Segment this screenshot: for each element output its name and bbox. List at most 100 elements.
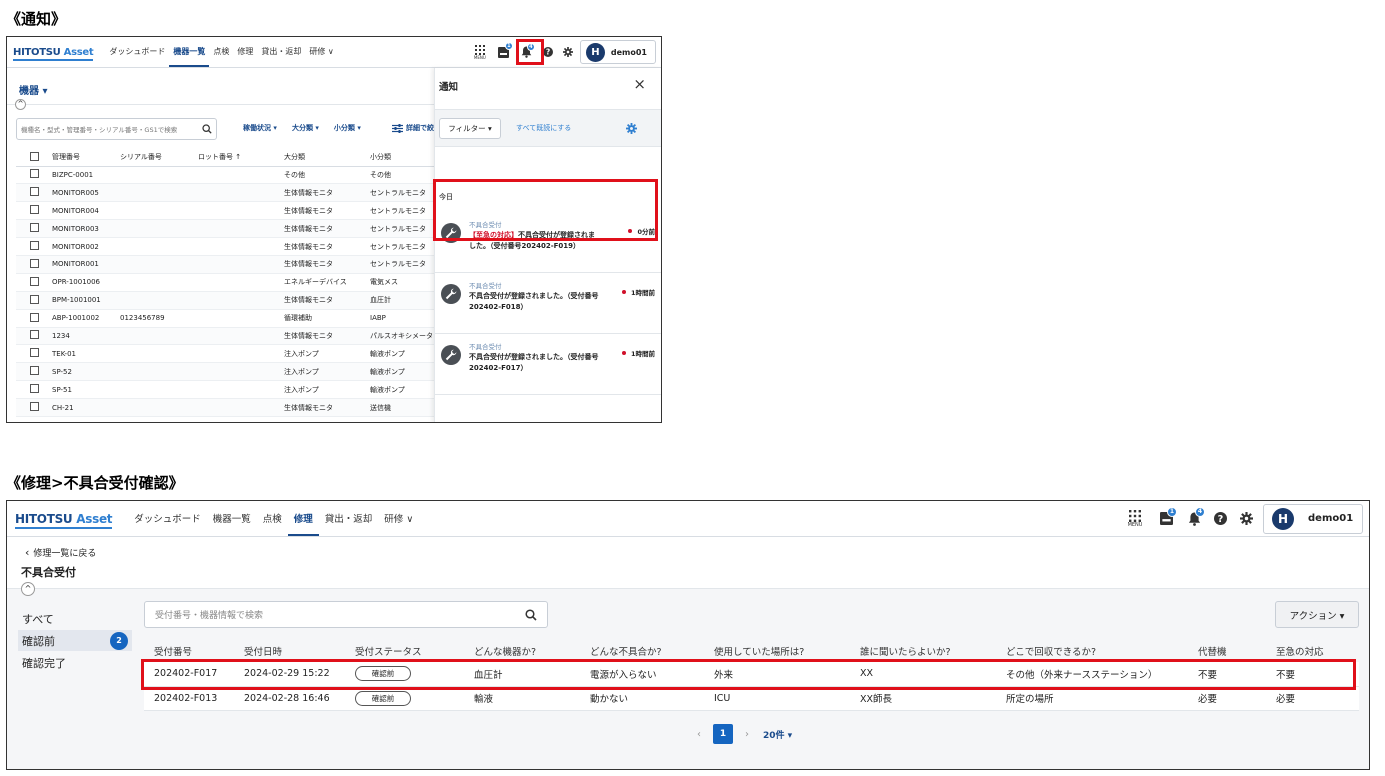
gear-icon[interactable] [1237, 507, 1255, 531]
menu-grid-icon[interactable]: MENU [469, 39, 491, 65]
column-header[interactable]: 大分類 [284, 149, 370, 166]
filter-dropdown-1[interactable]: 大分類 ▾ [292, 123, 319, 133]
sidebar-item-1[interactable]: 確認前 2 [18, 630, 132, 651]
app-header: HITOTSU Asset ダッシュボード 機器一覧 点検 修理 貸出・返却 研修 ∨ M… [7, 37, 661, 68]
table-cell: MONITOR001 [52, 260, 99, 269]
next-page-button[interactable]: › [745, 729, 749, 740]
row-checkbox[interactable] [16, 327, 52, 345]
back-link[interactable]: ‹ 修理一覧に戻る [25, 546, 96, 559]
row-checkbox[interactable] [16, 273, 52, 291]
table-cell: エネルギーデバイス [284, 278, 347, 287]
action-button[interactable]: アクション ▾ [1275, 601, 1359, 628]
table-cell: 生体情報モニタ [284, 224, 333, 233]
sidebar-item-0[interactable]: すべて [18, 608, 132, 629]
notification-item[interactable]: 不具合受付不具合受付が登録されました。（受付番号202402-F018） 1時間前 [435, 273, 661, 334]
user-menu[interactable]: H demo01 [1263, 503, 1363, 534]
row-checkbox[interactable] [16, 399, 52, 417]
table-cell: 1234 [52, 331, 70, 340]
chevron-left-icon: ‹ [25, 546, 30, 559]
notification-item[interactable]: 不具合受付 不具合受付が登録されました。（受付番号202402-F017） 1時間前 [435, 334, 661, 395]
mark-all-read-link[interactable]: すべて既読にする [516, 123, 571, 133]
main-nav: ダッシュボード 機器一覧 点検 修理 貸出・返却 研修 ∨ [128, 501, 419, 536]
reception-search-box[interactable]: 受付番号・機器情報で検索 [144, 601, 548, 628]
prev-page-button[interactable]: ‹ [697, 729, 701, 740]
row-checkbox[interactable] [16, 220, 52, 238]
close-icon[interactable]: × [633, 75, 646, 93]
filter-dropdown-2[interactable]: 小分類 ▾ [334, 123, 361, 133]
nav-item-0[interactable]: ダッシュボード [128, 501, 207, 536]
section-title-repair-confirm: 《修理>不具合受付確認》 [6, 474, 184, 492]
row-checkbox[interactable] [16, 202, 52, 220]
notification-category: 不具合受付 [469, 282, 502, 290]
row-checkbox[interactable] [16, 309, 52, 327]
page-title[interactable]: 機器 ▾ [19, 82, 48, 97]
nav-item-2[interactable]: 点検 [257, 501, 288, 536]
nav-item-4[interactable]: 貸出・返却 [257, 37, 305, 67]
column-header[interactable]: シリアル番号 [120, 149, 198, 166]
notification-message: 不具合受付が登録されました。（受付番号202402-F018） [469, 292, 599, 311]
status-badge: 確認前 [355, 690, 411, 706]
notification-time: 1時間前 [621, 287, 655, 297]
wrench-icon [441, 345, 461, 365]
nav-item-3[interactable]: 修理 [287, 501, 319, 536]
row-checkbox[interactable] [16, 345, 52, 363]
da-badge: 1 [1167, 506, 1177, 517]
user-menu[interactable]: H demo01 [579, 40, 656, 64]
menu-grid-icon[interactable]: MENU [1123, 504, 1147, 534]
table-cell: MONITOR002 [52, 242, 99, 251]
filter-dropdown[interactable]: フィルター ▾ [439, 118, 501, 139]
column-header[interactable]: 管理番号 [52, 149, 120, 166]
nav-item-5[interactable]: 研修 ∨ [305, 37, 337, 67]
nav-item-4[interactable]: 貸出・返却 [319, 501, 379, 536]
detail-filter-button[interactable]: 詳細で絞 [392, 123, 434, 133]
notification-settings-icon[interactable] [626, 123, 637, 134]
da-app-icon[interactable]: 1 [1155, 506, 1177, 531]
app-logo[interactable]: HITOTSU Asset [15, 512, 113, 529]
bell-icon[interactable]: 4 [1183, 506, 1205, 531]
pagination: ‹ 1 › 20件 ▾ [697, 724, 792, 744]
table-cell [120, 220, 198, 238]
table-cell [120, 202, 198, 220]
row-checkbox[interactable] [16, 238, 52, 256]
collapse-toggle[interactable]: ^ [15, 99, 26, 110]
table-cell: 生体情報モニタ [284, 296, 333, 305]
table-cell [120, 363, 198, 381]
row-checkbox[interactable] [16, 363, 52, 381]
device-search-box[interactable]: 機種名・型式・管理番号・シリアル番号・GS1で検索 [16, 118, 217, 140]
gear-icon[interactable] [560, 42, 576, 62]
table-cell: CH-21 [52, 403, 74, 412]
app-logo[interactable]: HITOTSU Asset [13, 47, 94, 61]
sidebar-item-2[interactable]: 確認完了 [18, 652, 132, 673]
row-checkbox[interactable] [16, 166, 52, 184]
table-cell: SP-52 [52, 367, 72, 376]
table-cell: MONITOR004 [52, 206, 99, 215]
nav-item-2[interactable]: 点検 [209, 37, 233, 67]
notification-toolbar: フィルター ▾ すべて既読にする [435, 109, 661, 147]
filter-dropdown-0[interactable]: 稼働状況 ▾ [243, 123, 277, 133]
row-checkbox[interactable] [16, 291, 52, 309]
table-cell [120, 166, 198, 184]
collapse-toggle[interactable]: ^ [21, 582, 35, 596]
avatar: H [1272, 507, 1294, 530]
nav-item-1[interactable]: 機器一覧 [169, 37, 210, 67]
row-checkbox[interactable] [16, 184, 52, 202]
page-1-button[interactable]: 1 [713, 724, 733, 744]
column-header[interactable]: ロット番号 ↑ [198, 149, 284, 166]
sidebar-item-label: 確認前 [22, 634, 55, 648]
help-icon[interactable]: ? [1211, 507, 1229, 531]
app-header: HITOTSU Asset ダッシュボード 機器一覧 点検 修理 貸出・返却 研修 ∨ M… [7, 501, 1369, 537]
table-cell: 循環補助 [284, 314, 312, 323]
svg-text:?: ? [1217, 514, 1223, 525]
row-checkbox[interactable] [16, 381, 52, 399]
nav-item-3[interactable]: 修理 [233, 37, 257, 67]
nav-item-5[interactable]: 研修 ∨ [378, 501, 419, 536]
search-placeholder: 機種名・型式・管理番号・シリアル番号・GS1で検索 [21, 126, 178, 134]
nav-item-0[interactable]: ダッシュボード [105, 37, 169, 67]
table-cell: 生体情報モニタ [284, 403, 333, 412]
row-checkbox[interactable] [16, 255, 52, 273]
search-placeholder: 受付番号・機器情報で検索 [155, 611, 264, 621]
da-app-icon[interactable]: 1 [495, 42, 513, 62]
nav-item-1[interactable]: 機器一覧 [207, 501, 257, 536]
select-all-checkbox[interactable] [16, 149, 52, 166]
page-size-select[interactable]: 20件 ▾ [763, 728, 792, 741]
